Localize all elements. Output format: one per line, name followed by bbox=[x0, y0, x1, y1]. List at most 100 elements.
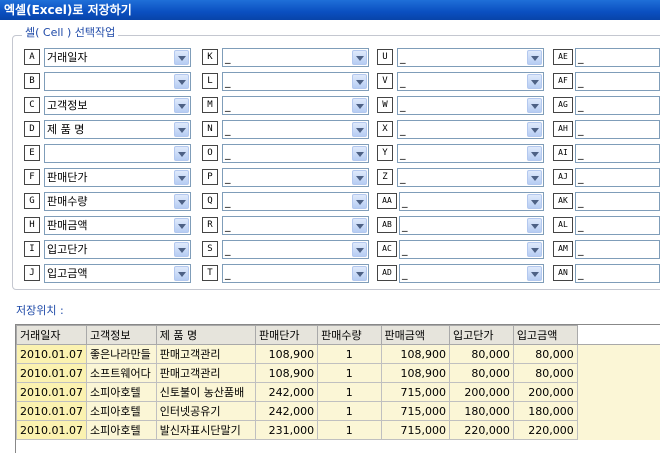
grid-header-cell[interactable]: 거래일자 bbox=[16, 325, 87, 345]
column-select-d[interactable]: 제 품 명 bbox=[44, 120, 191, 139]
column-select-ah[interactable]: _ bbox=[575, 120, 660, 139]
grid-header-cell[interactable]: 입고단가 bbox=[448, 325, 514, 345]
dropdown-arrow-icon[interactable] bbox=[174, 98, 189, 113]
column-select-o[interactable]: _ bbox=[222, 144, 369, 163]
column-select-value: _ bbox=[400, 99, 406, 112]
column-select-value: 고객정보 bbox=[47, 99, 88, 112]
column-select-g[interactable]: 판매수량 bbox=[44, 192, 191, 211]
dropdown-arrow-icon[interactable] bbox=[527, 74, 542, 89]
column-select-f[interactable]: 판매단가 bbox=[44, 168, 191, 187]
column-select-ac[interactable]: _ bbox=[399, 240, 544, 259]
dropdown-arrow-icon[interactable] bbox=[352, 266, 367, 281]
column-select-ad[interactable]: _ bbox=[399, 264, 544, 283]
data-grid[interactable]: 거래일자 고객정보 제 품 명 판매단가 판매수량 판매금액 입고단가 입고금액 2010.0… bbox=[15, 324, 660, 453]
dropdown-arrow-icon[interactable] bbox=[352, 98, 367, 113]
column-select-aj[interactable]: _ bbox=[575, 168, 660, 187]
column-select-u[interactable]: _ bbox=[397, 48, 544, 67]
dropdown-arrow-icon[interactable] bbox=[174, 146, 189, 161]
column-select-am[interactable]: _ bbox=[575, 240, 660, 259]
dropdown-arrow-icon[interactable] bbox=[174, 74, 189, 89]
dropdown-arrow-icon[interactable] bbox=[352, 122, 367, 137]
dropdown-arrow-icon[interactable] bbox=[527, 266, 542, 281]
column-key-x: X bbox=[377, 121, 393, 137]
grid-header-cell[interactable]: 제 품 명 bbox=[155, 325, 257, 345]
table-cell: 좋은나라만들 bbox=[85, 344, 157, 364]
table-row[interactable]: 2010.01.07 소프트웨어다 판매고객관리 108,900 1 108,900 80,… bbox=[16, 363, 660, 383]
column-select-s[interactable]: _ bbox=[222, 240, 369, 259]
grid-header-cell[interactable]: 입고금액 bbox=[512, 325, 578, 345]
grid-header-cell[interactable]: 판매단가 bbox=[255, 325, 319, 345]
column-select-l[interactable]: _ bbox=[222, 72, 369, 91]
table-row[interactable]: 2010.01.07 좋은나라만들 판매고객관리 108,900 1 108,900 80,… bbox=[16, 344, 660, 364]
dropdown-arrow-icon[interactable] bbox=[527, 146, 542, 161]
grid-header-cell[interactable]: 판매수량 bbox=[317, 325, 382, 345]
column-select-value: _ bbox=[402, 219, 408, 232]
column-select-w[interactable]: _ bbox=[397, 96, 544, 115]
dropdown-arrow-icon[interactable] bbox=[527, 170, 542, 185]
dropdown-arrow-icon[interactable] bbox=[352, 146, 367, 161]
table-row[interactable]: 2010.01.07 소피아호텔 발신자표시단말기 231,000 1 715,000 22… bbox=[16, 420, 660, 440]
dropdown-arrow-icon[interactable] bbox=[352, 242, 367, 257]
dropdown-arrow-icon[interactable] bbox=[352, 50, 367, 65]
column-key-a: A bbox=[24, 49, 40, 65]
column-select-af[interactable]: _ bbox=[575, 72, 660, 91]
dropdown-arrow-icon[interactable] bbox=[174, 170, 189, 185]
column-select-t[interactable]: _ bbox=[222, 264, 369, 283]
table-cell: 715,000 bbox=[380, 401, 450, 421]
column-key-al: AL bbox=[553, 217, 573, 233]
grid-header-cell[interactable]: 판매금액 bbox=[380, 325, 450, 345]
column-select-e[interactable] bbox=[44, 144, 191, 163]
dropdown-arrow-icon[interactable] bbox=[352, 74, 367, 89]
dropdown-arrow-icon[interactable] bbox=[527, 122, 542, 137]
column-key-i: I bbox=[24, 241, 40, 257]
dropdown-arrow-icon[interactable] bbox=[352, 170, 367, 185]
table-row[interactable]: 2010.01.07 소피아호텔 인터넷공유기 242,000 1 715,000 180,… bbox=[16, 401, 660, 421]
column-select-k[interactable]: _ bbox=[222, 48, 369, 67]
column-select-al[interactable]: _ bbox=[575, 216, 660, 235]
column-key-m: M bbox=[202, 97, 218, 113]
dropdown-arrow-icon[interactable] bbox=[352, 194, 367, 209]
column-select-z[interactable]: _ bbox=[397, 168, 544, 187]
dropdown-arrow-icon[interactable] bbox=[527, 98, 542, 113]
column-select-an[interactable]: _ bbox=[575, 264, 660, 283]
column-select-r[interactable]: _ bbox=[222, 216, 369, 235]
column-select-ae[interactable]: _ bbox=[575, 48, 660, 67]
column-key-c: C bbox=[24, 97, 40, 113]
column-select-c[interactable]: 고객정보 bbox=[44, 96, 191, 115]
dropdown-arrow-icon[interactable] bbox=[527, 50, 542, 65]
table-row[interactable]: 2010.01.07 소피아호텔 신토불이 농산품배 242,000 1 715,000 2… bbox=[16, 382, 660, 402]
column-key-ag: AG bbox=[553, 97, 573, 113]
dropdown-arrow-icon[interactable] bbox=[174, 122, 189, 137]
column-select-a[interactable]: 거래일자 bbox=[44, 48, 191, 67]
column-select-value: _ bbox=[400, 75, 406, 88]
column-select-ab[interactable]: _ bbox=[399, 216, 544, 235]
column-select-x[interactable]: _ bbox=[397, 120, 544, 139]
dropdown-arrow-icon[interactable] bbox=[352, 218, 367, 233]
dropdown-arrow-icon[interactable] bbox=[174, 218, 189, 233]
column-select-ai[interactable]: _ bbox=[575, 144, 660, 163]
column-select-y[interactable]: _ bbox=[397, 144, 544, 163]
dropdown-arrow-icon[interactable] bbox=[527, 242, 542, 257]
table-cell: 2010.01.07 bbox=[16, 363, 87, 383]
column-select-aa[interactable]: _ bbox=[399, 192, 544, 211]
column-select-ak[interactable]: _ bbox=[575, 192, 660, 211]
dropdown-arrow-icon[interactable] bbox=[527, 194, 542, 209]
column-select-ag[interactable]: _ bbox=[575, 96, 660, 115]
column-select-v[interactable]: _ bbox=[397, 72, 544, 91]
column-select-b[interactable] bbox=[44, 72, 191, 91]
column-select-q[interactable]: _ bbox=[222, 192, 369, 211]
table-cell: 소피아호텔 bbox=[85, 420, 157, 440]
dropdown-arrow-icon[interactable] bbox=[174, 266, 189, 281]
dropdown-arrow-icon[interactable] bbox=[174, 50, 189, 65]
dropdown-arrow-icon[interactable] bbox=[174, 194, 189, 209]
column-select-i[interactable]: 입고단가 bbox=[44, 240, 191, 259]
column-select-n[interactable]: _ bbox=[222, 120, 369, 139]
column-select-value: 판매금액 bbox=[47, 219, 88, 232]
dropdown-arrow-icon[interactable] bbox=[174, 242, 189, 257]
column-select-p[interactable]: _ bbox=[222, 168, 369, 187]
column-select-h[interactable]: 판매금액 bbox=[44, 216, 191, 235]
column-select-j[interactable]: 입고금액 bbox=[44, 264, 191, 283]
grid-header-cell[interactable]: 고객정보 bbox=[85, 325, 157, 345]
dropdown-arrow-icon[interactable] bbox=[527, 218, 542, 233]
column-select-m[interactable]: _ bbox=[222, 96, 369, 115]
